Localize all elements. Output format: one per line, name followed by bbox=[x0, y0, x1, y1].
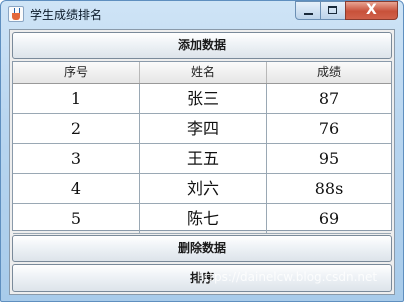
watermark: https://dainelcw.blog.csdn.net bbox=[197, 270, 378, 284]
java-cup-icon bbox=[8, 6, 24, 22]
index-cell[interactable]: 1 bbox=[13, 84, 139, 114]
column-header-index[interactable]: 序号 bbox=[13, 62, 139, 83]
score-cell[interactable]: 95 bbox=[266, 144, 391, 174]
table-row[interactable]: 3 王五 95 bbox=[13, 144, 391, 174]
content-pane: 添加数据 序号 姓名 成绩 1 张三 87 2 李四 76 3 王五 95 4 … bbox=[9, 29, 395, 295]
maximize-icon bbox=[328, 6, 337, 14]
minimize-button[interactable] bbox=[295, 1, 321, 20]
name-cell[interactable]: 王五 bbox=[139, 144, 266, 174]
close-button[interactable]: X bbox=[345, 1, 398, 20]
index-cell[interactable]: 5 bbox=[13, 204, 139, 234]
window-title: 学生成绩排名 bbox=[30, 8, 103, 22]
name-cell[interactable]: 张三 bbox=[139, 84, 266, 114]
name-cell[interactable]: 李四 bbox=[139, 114, 266, 144]
minimize-icon bbox=[304, 13, 313, 15]
maximize-button[interactable] bbox=[320, 1, 346, 20]
column-header-name[interactable]: 姓名 bbox=[139, 62, 266, 83]
delete-data-button[interactable]: 删除数据 bbox=[12, 235, 392, 262]
name-cell[interactable]: 刘六 bbox=[139, 174, 266, 204]
table-row[interactable]: 5 陈七 69 bbox=[13, 204, 391, 234]
score-table[interactable]: 序号 姓名 成绩 1 张三 87 2 李四 76 3 王五 95 4 刘六 88… bbox=[12, 61, 392, 234]
table-row[interactable]: 4 刘六 88s bbox=[13, 174, 391, 204]
score-cell[interactable]: 76 bbox=[266, 114, 391, 144]
add-data-button[interactable]: 添加数据 bbox=[12, 32, 392, 59]
index-cell[interactable]: 3 bbox=[13, 144, 139, 174]
title-bar[interactable]: 学生成绩排名 X bbox=[1, 1, 403, 27]
table-row[interactable]: 1 张三 87 bbox=[13, 84, 391, 114]
index-cell[interactable]: 2 bbox=[13, 114, 139, 144]
table-row[interactable]: 2 李四 76 bbox=[13, 114, 391, 144]
name-cell[interactable]: 陈七 bbox=[139, 204, 266, 234]
column-header-score[interactable]: 成绩 bbox=[266, 62, 391, 83]
app-window: 学生成绩排名 X 添加数据 序号 姓名 成绩 1 张三 87 2 李四 76 3… bbox=[0, 0, 404, 302]
close-icon: X bbox=[366, 2, 377, 18]
index-cell[interactable]: 4 bbox=[13, 174, 139, 204]
score-cell[interactable]: 88s bbox=[266, 174, 391, 204]
window-controls: X bbox=[295, 1, 399, 20]
cup-shape bbox=[12, 13, 20, 20]
score-cell[interactable]: 69 bbox=[266, 204, 391, 234]
score-cell[interactable]: 87 bbox=[266, 84, 391, 114]
table-header: 序号 姓名 成绩 bbox=[13, 62, 391, 84]
